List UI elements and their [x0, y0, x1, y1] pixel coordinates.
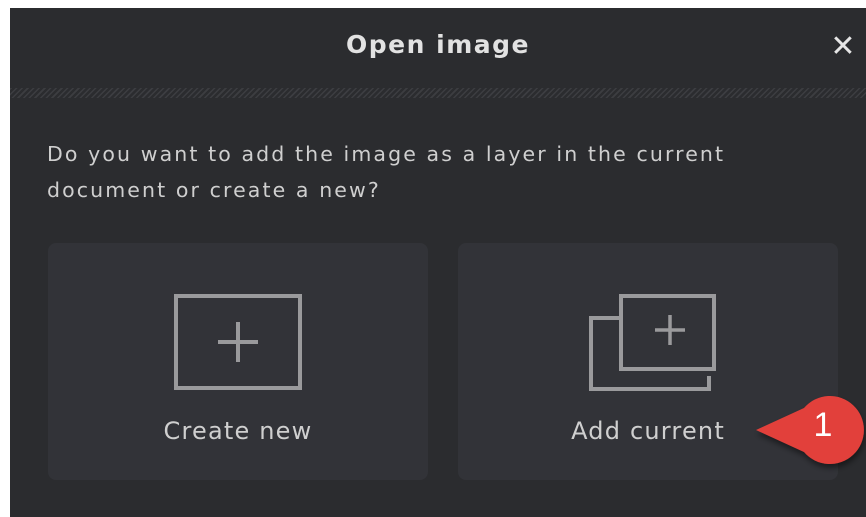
dialog-title: Open image — [346, 30, 530, 59]
callout-number: 1 — [813, 406, 833, 444]
dialog-titlebar: Open image ✕ — [10, 8, 866, 88]
dialog-question: Do you want to add the image as a layer … — [47, 142, 726, 202]
close-button[interactable]: ✕ — [826, 30, 860, 64]
create-new-label: Create new — [163, 417, 313, 445]
open-image-dialog: Open image ✕ Do you want to add the imag… — [10, 8, 866, 517]
title-divider — [10, 88, 866, 98]
create-new-option[interactable]: Create new — [48, 243, 428, 480]
new-document-plus-icon — [174, 294, 302, 390]
close-icon: ✕ — [830, 29, 856, 64]
